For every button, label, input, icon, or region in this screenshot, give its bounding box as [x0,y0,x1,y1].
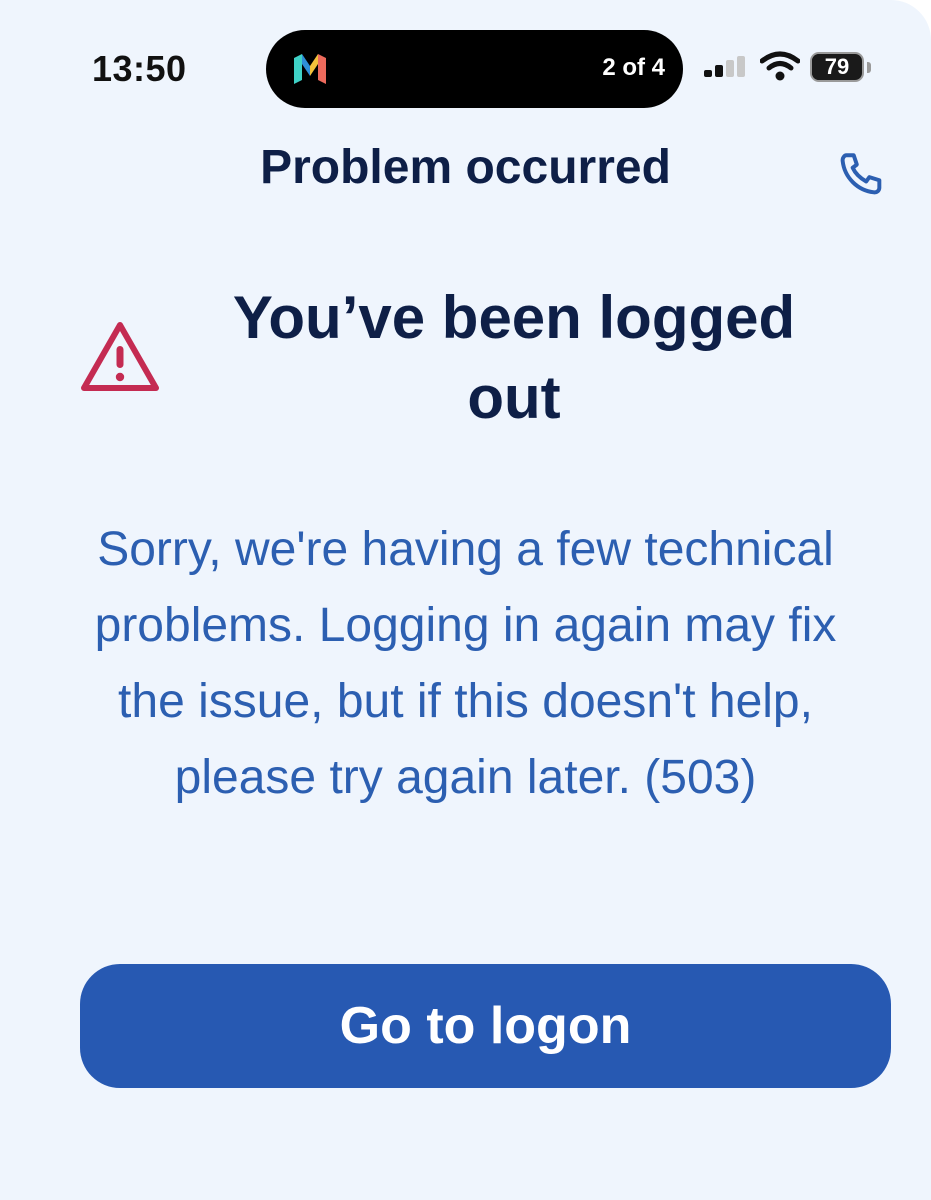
monzo-logo-icon [294,54,326,84]
phone-icon [840,153,882,195]
go-to-logon-button[interactable]: Go to logon [80,964,891,1088]
status-time: 13:50 [92,48,187,89]
call-button[interactable] [834,148,888,200]
page-counter: 2 of 4 [602,54,665,81]
error-message: Sorry, we're having a few technical prob… [94,523,837,804]
error-heading: You’ve been logged out [232,284,796,431]
battery-cap [867,62,871,73]
cellular-signal-icon [704,56,745,77]
warning-triangle-icon [81,322,159,391]
wifi-icon [760,51,800,81]
battery-level: 79 [824,54,850,79]
app-screen: 13:50 2 of 4 79 Problem occurred You’ve … [0,0,931,1200]
battery-indicator: 79 [810,52,874,84]
dynamic-island: 2 of 4 [266,30,683,108]
page-title: Problem occurred [260,141,671,194]
